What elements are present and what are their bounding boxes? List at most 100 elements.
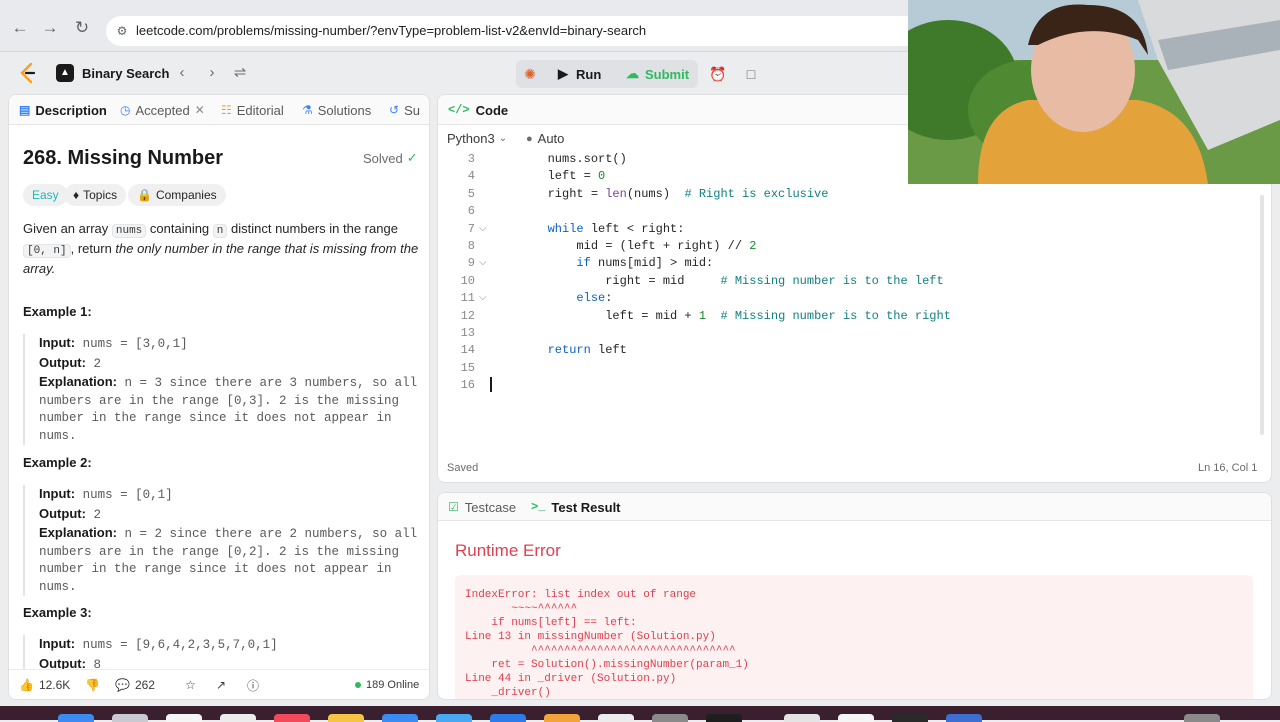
tab-description[interactable]: ▤ Description	[19, 95, 107, 125]
tab-test-result[interactable]: >_ Test Result	[531, 493, 621, 521]
code-text: if nums[mid] > mid:	[576, 256, 714, 271]
save-status: Saved	[447, 462, 479, 474]
like-button[interactable]: 👍 12.6K	[19, 675, 70, 695]
check-circle-icon: ✓	[406, 150, 418, 165]
url-text[interactable]: leetcode.com/problems/missing-number/?en…	[136, 23, 646, 38]
output-label: Output:	[39, 354, 86, 370]
back-icon[interactable]: ←	[10, 18, 30, 38]
tab-solutions[interactable]: ⚗ Solutions	[302, 95, 371, 125]
output-label: Output:	[39, 505, 86, 521]
topics-label: Topics	[83, 188, 118, 202]
line-number: 8	[467, 239, 475, 253]
notes-app-icon[interactable]	[328, 714, 364, 722]
flask-icon: ⚗	[302, 103, 313, 117]
input-label: Input:	[39, 486, 76, 501]
code-text: nums.sort()	[490, 152, 627, 166]
desc-text: containing	[146, 221, 213, 236]
appstore-icon[interactable]	[382, 714, 418, 722]
input-label: Input:	[39, 335, 76, 350]
close-icon[interactable]: ✕	[195, 103, 205, 117]
book-icon: ☷	[221, 103, 232, 117]
tab-editorial[interactable]: ☷ Editorial	[221, 95, 284, 125]
submit-label: Submit	[645, 66, 690, 82]
code-text: else:	[576, 291, 613, 306]
desc-text: distinct numbers in the range	[227, 221, 398, 236]
tab-accepted[interactable]: ◷ Accepted ✕	[120, 95, 205, 125]
shuffle-icon[interactable]: ⇌	[230, 62, 250, 84]
chevron-right-icon[interactable]: ›	[202, 62, 222, 84]
auto-toggle[interactable]: ● Auto	[526, 131, 564, 146]
problem-description: Given an array nums containing n distinc…	[23, 220, 421, 278]
companies-label: Companies	[155, 188, 217, 202]
problem-title[interactable]: 268. Missing Number	[23, 147, 223, 170]
settings-icon[interactable]	[652, 714, 688, 722]
preview-icon[interactable]	[784, 714, 820, 722]
safari-icon[interactable]	[166, 714, 202, 722]
help-icon[interactable]: ⓘ	[247, 675, 259, 695]
chevron-down-icon: ⌄	[498, 133, 508, 144]
leetcode-logo-icon[interactable]	[18, 62, 38, 84]
language-select[interactable]: Python3 ⌄	[447, 131, 507, 146]
chrome-icon[interactable]	[838, 714, 874, 722]
input-value: nums = [0,1]	[82, 488, 173, 502]
tab-testcase[interactable]: ☑ Testcase	[448, 493, 516, 521]
clock-icon: ◷	[120, 103, 131, 117]
topics-tag[interactable]: ♦ Topics	[64, 184, 127, 206]
lock-icon: ●	[526, 132, 533, 145]
cloud-upload-icon: ☁	[626, 66, 639, 81]
tab-submissions[interactable]: ↺ Su	[389, 95, 420, 125]
fold-chevron-icon[interactable]: ⌵	[479, 255, 487, 272]
dislike-button[interactable]: 👎	[85, 675, 100, 695]
like-count: 12.6K	[38, 678, 71, 692]
photos-icon[interactable]	[544, 714, 580, 722]
test-result-label: Test Result	[551, 499, 621, 515]
example-block: Input: nums = [0,1] Output: 2 Explanatio…	[23, 485, 421, 596]
share-icon[interactable]: ↗	[216, 675, 226, 695]
vscode-icon[interactable]	[892, 714, 928, 722]
solved-status: Solved ✓	[363, 150, 418, 166]
online-count: 189 Online	[355, 675, 419, 695]
comments-button[interactable]: 💬 262	[115, 675, 155, 695]
star-icon[interactable]: ☆	[185, 675, 196, 695]
code-text: left = mid + 1 # Missing number is to th…	[490, 308, 951, 323]
explanation-label: Explanation:	[39, 374, 118, 389]
mail-icon[interactable]	[220, 714, 256, 722]
fold-chevron-icon[interactable]: ⌵	[479, 290, 487, 307]
submit-button[interactable]: ☁ Submit	[618, 60, 697, 88]
line-number: 12	[460, 308, 475, 323]
reload-icon[interactable]: ↻	[72, 18, 92, 38]
tab-label: Description	[35, 102, 107, 118]
trash-icon[interactable]	[1184, 714, 1220, 722]
site-settings-icon[interactable]: ⚙	[114, 23, 130, 39]
finder-icon[interactable]	[58, 714, 94, 722]
calendar-icon[interactable]	[598, 714, 634, 722]
code-scrollbar[interactable]	[1260, 195, 1264, 435]
problem-list-button[interactable]: ▲ Binary Search	[56, 62, 169, 84]
alarm-icon[interactable]: ⏰	[706, 62, 730, 86]
testcase-label: Testcase	[464, 499, 517, 515]
line-number: 9	[467, 256, 475, 271]
line-number: 16	[460, 378, 475, 393]
notes-icon[interactable]: □	[739, 62, 763, 86]
chevron-left-icon[interactable]: ‹	[172, 62, 192, 84]
run-button[interactable]: ▶ Run	[548, 60, 611, 88]
tab-code[interactable]: </> Code	[448, 95, 508, 125]
code-text: return left	[547, 343, 627, 358]
terminal-app-icon[interactable]	[706, 714, 742, 722]
line-number: 5	[467, 186, 475, 201]
word-icon[interactable]	[946, 714, 982, 722]
example-title: Example 2:	[23, 455, 92, 470]
test-result-panel: ☑ Testcase >_ Test Result Runtime Error …	[437, 492, 1272, 700]
launchpad-icon[interactable]	[112, 714, 148, 722]
fold-chevron-icon[interactable]: ⌵	[479, 221, 487, 238]
companies-tag[interactable]: 🔒 Companies	[128, 184, 226, 206]
zoom-icon[interactable]	[490, 714, 526, 722]
debug-icon[interactable]: ✺	[516, 60, 544, 88]
error-output: IndexError: list index out of range ~~~~…	[465, 589, 749, 699]
messages-icon[interactable]	[436, 714, 472, 722]
online-label: 189 Online	[366, 679, 420, 691]
forward-icon[interactable]: →	[40, 18, 60, 38]
language-label: Python3	[447, 131, 495, 146]
output-value: 2	[93, 507, 101, 522]
music-icon[interactable]	[274, 714, 310, 722]
